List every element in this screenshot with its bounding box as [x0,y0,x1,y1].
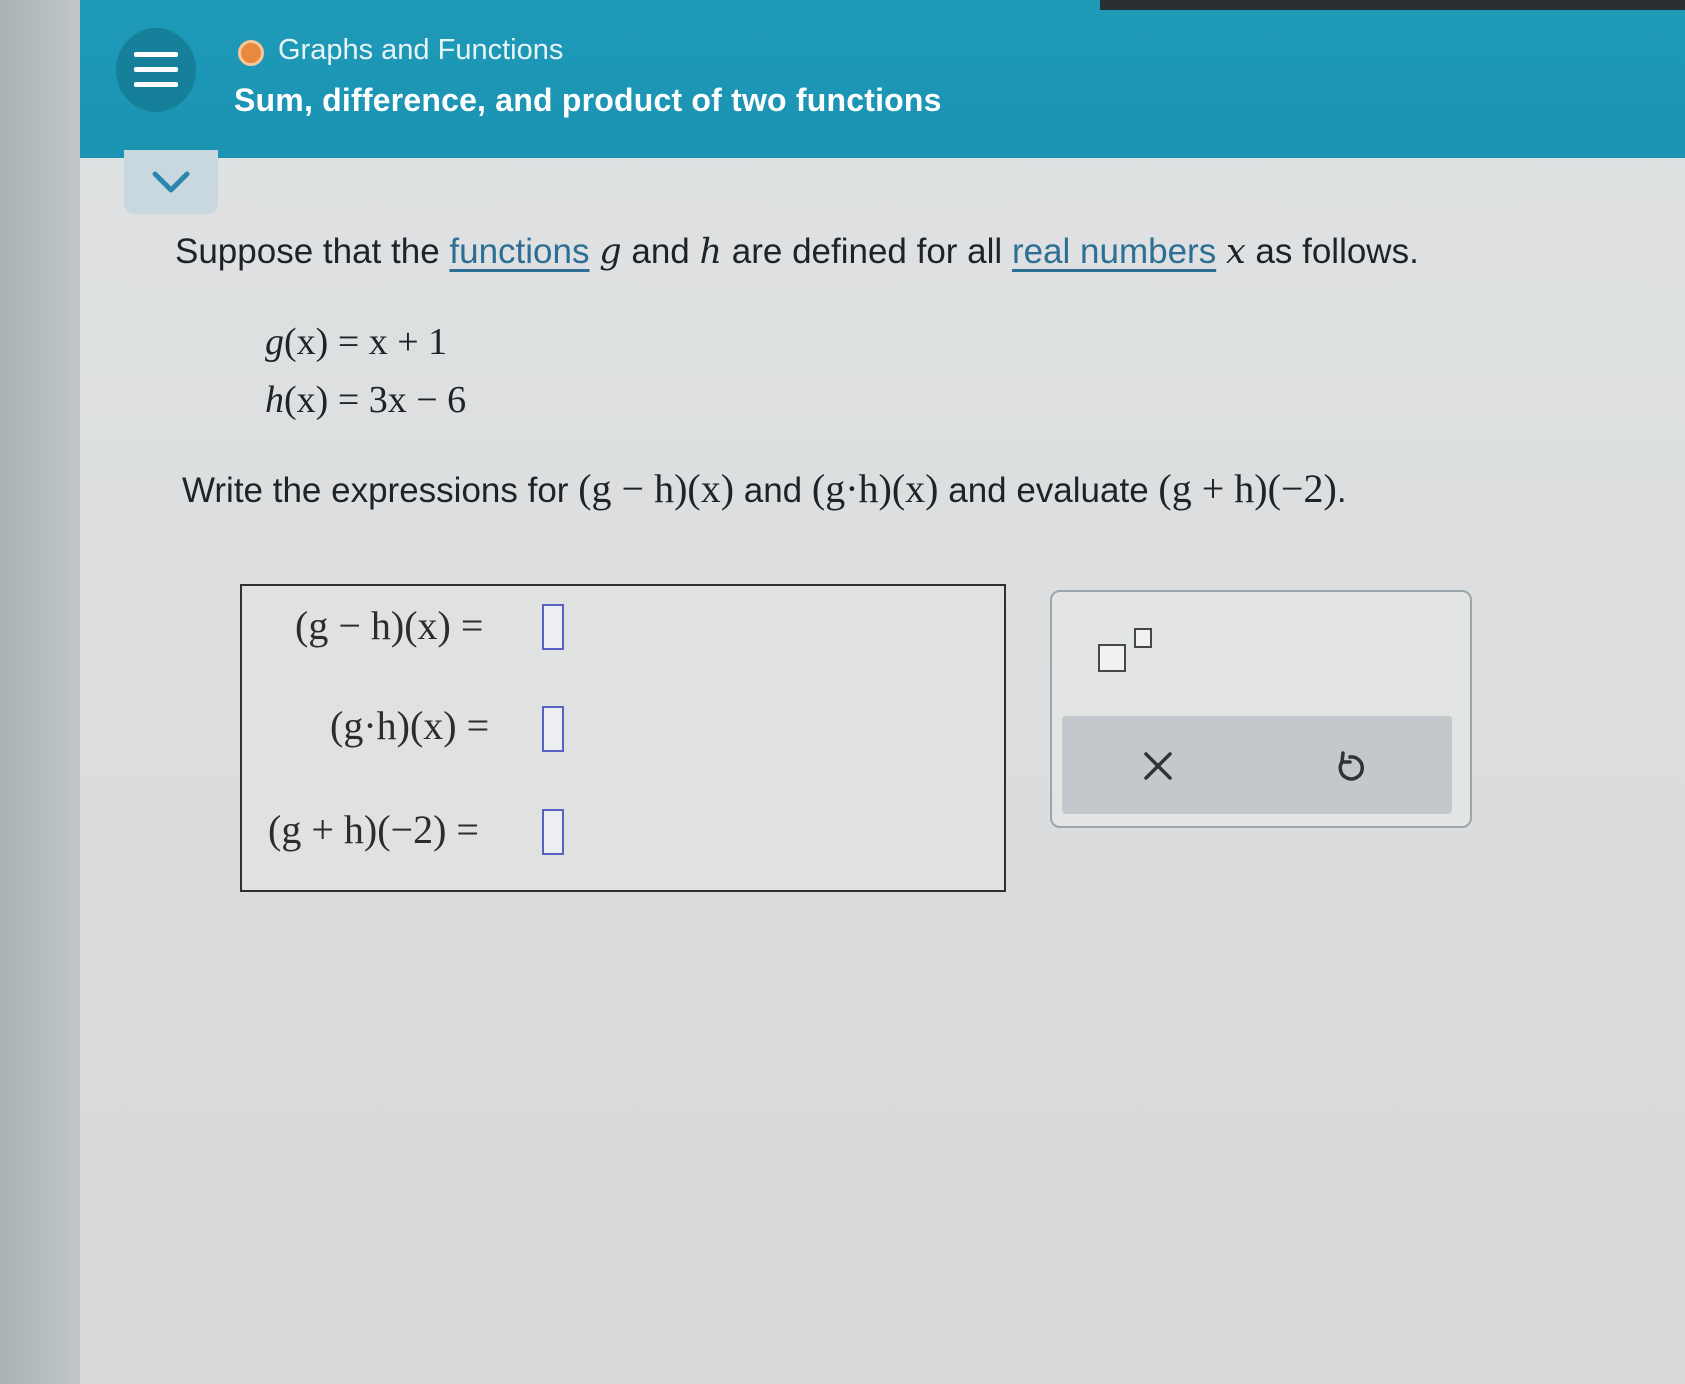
collapse-header-button[interactable] [124,150,218,214]
clear-button[interactable] [1128,736,1188,796]
toolbox-action-tray [1062,716,1452,814]
equals: = [328,321,369,363]
close-icon [1144,752,1172,780]
task-text: and [734,471,812,510]
menu-button[interactable] [116,28,196,112]
answer-input-sum[interactable] [542,809,564,855]
task-expr-sum: (g + h)(−2) [1158,466,1337,511]
equals: = [328,379,369,421]
task-instruction: Write the expressions for (g − h)(x) and… [182,465,1347,512]
prompt-text: are defined for all [722,232,1012,271]
undo-button[interactable] [1320,738,1380,798]
task-expr-difference: (g − h)(x) [578,466,735,511]
answer-label-product: (g·h)(x) = [330,703,490,748]
fn-rhs: x + 1 [368,321,448,363]
hamburger-icon [134,52,178,87]
fn-arg: (x) [284,379,329,421]
var-x: x [1225,232,1246,272]
task-expr-product: (g·h)(x) [811,466,939,511]
exponent-power-box [1134,628,1152,648]
answer-input-difference[interactable] [542,604,564,650]
exponent-base-box [1098,644,1126,672]
progress-status-dot [238,40,264,66]
topic-title: Graphs and Functions [278,34,564,66]
answer-label-difference: (g − h)(x) = [295,603,484,648]
question-prompt: Suppose that the functions g and h are d… [175,232,1419,272]
task-text: Write the expressions for [182,471,579,510]
header-bar [80,0,1685,158]
prompt-text: Suppose that the [175,232,450,271]
page-title: Sum, difference, and product of two func… [234,82,942,118]
task-text: and evaluate [938,471,1159,510]
prompt-text: as follows. [1245,232,1419,271]
definition-g: g(x) = x + 1 [265,320,447,364]
fn-rhs: 3x − 6 [368,379,467,421]
real-numbers-link[interactable]: real numbers [1012,232,1216,271]
window-edge [1100,0,1685,10]
var-g: g [599,232,622,272]
fn-name: h [265,379,284,421]
chevron-down-icon [152,171,190,193]
undo-icon [1338,751,1365,781]
definition-h: h(x) = 3x − 6 [265,378,466,422]
answer-label-sum: (g + h)(−2) = [268,807,479,852]
functions-link[interactable]: functions [449,232,589,271]
superscript-box-icon[interactable] [1098,628,1162,676]
prompt-text: and [621,232,700,271]
var-h: h [699,232,723,272]
answer-input-product[interactable] [542,706,564,752]
task-text: . [1336,471,1347,510]
fn-name: g [265,321,284,363]
fn-arg: (x) [284,321,329,363]
